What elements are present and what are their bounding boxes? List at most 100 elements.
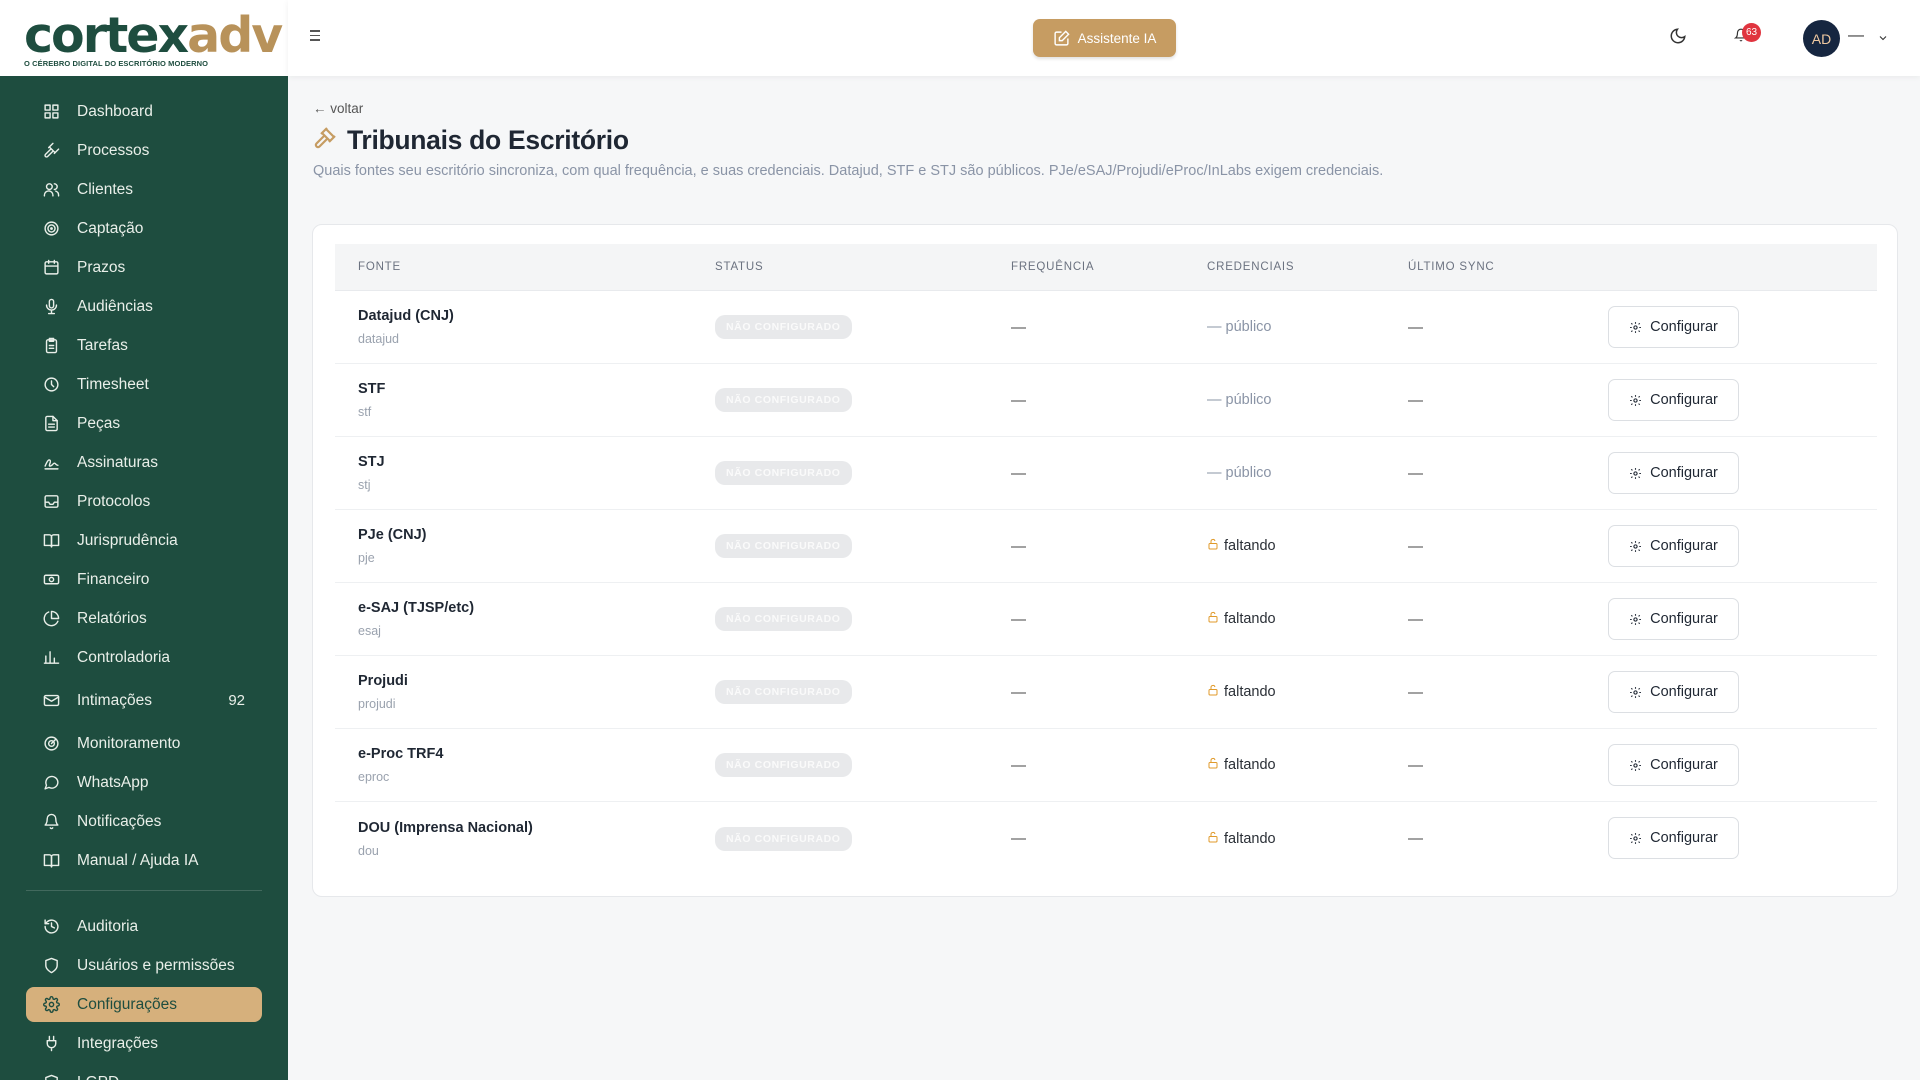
sidebar-item-integracoes[interactable]: Integrações bbox=[26, 1024, 262, 1063]
sidebar-item-label: Configurações bbox=[77, 995, 177, 1013]
configure-button[interactable]: Configurar bbox=[1608, 452, 1739, 494]
table-row: STF stf NÃO CONFIGURADO — — público — Configur… bbox=[335, 364, 1877, 437]
gavel-icon bbox=[42, 142, 60, 160]
last-sync-cell: — bbox=[1408, 537, 1423, 555]
sidebar-item-captacao[interactable]: Captação bbox=[26, 209, 262, 248]
sidebar-item-monitoramento[interactable]: Monitoramento bbox=[26, 724, 262, 763]
configure-label: Configurar bbox=[1650, 684, 1718, 700]
sidebar-item-protocolos[interactable]: Protocolos bbox=[26, 482, 262, 521]
sidebar-item-audiencias[interactable]: Audiências bbox=[26, 287, 262, 326]
gear-icon bbox=[1629, 613, 1650, 626]
sidebar-item-label: WhatsApp bbox=[77, 773, 149, 791]
sidebar-item-lgpd[interactable]: LGPD bbox=[26, 1063, 262, 1080]
sidebar-item-usuarios-e-permissoes[interactable]: Usuários e permissões bbox=[26, 946, 262, 985]
status-cell: NÃO CONFIGURADO bbox=[715, 680, 852, 704]
source-code: datajud bbox=[358, 332, 400, 346]
gear-icon bbox=[1629, 394, 1650, 407]
credentials-missing: faltando bbox=[1207, 683, 1276, 701]
configure-button[interactable]: Configurar bbox=[1608, 598, 1739, 640]
table-row: Projudi projudi NÃO CONFIGURADO — faltando — C… bbox=[335, 656, 1877, 729]
gear-icon bbox=[1629, 759, 1650, 772]
source-cell: Datajud (CNJ) datajud bbox=[358, 308, 454, 346]
user-menu-chevron[interactable] bbox=[1877, 31, 1889, 43]
user-avatar[interactable]: AD bbox=[1803, 20, 1840, 57]
configure-button[interactable]: Configurar bbox=[1608, 379, 1739, 421]
sidebar-item-processos[interactable]: Processos bbox=[26, 131, 262, 170]
configure-label: Configurar bbox=[1650, 757, 1718, 773]
configure-button[interactable]: Configurar bbox=[1608, 744, 1739, 786]
credentials-public: — público bbox=[1207, 319, 1272, 335]
lock-icon bbox=[1207, 830, 1224, 848]
source-cell: STF stf bbox=[358, 381, 385, 419]
sidebar-item-label: Financeiro bbox=[77, 570, 150, 588]
credentials-cell: — público bbox=[1207, 391, 1271, 409]
sidebar-item-pecas[interactable]: Peças bbox=[26, 404, 262, 443]
sidebar-item-label: Manual / Ajuda IA bbox=[77, 851, 199, 869]
credentials-missing: faltando bbox=[1207, 756, 1276, 774]
ai-assistant-button[interactable]: Assistente IA bbox=[1033, 19, 1176, 57]
table-row: e-Proc TRF4 eproc NÃO CONFIGURADO — faltando… bbox=[335, 729, 1877, 802]
column-header-last-sync: ÚLTIMO SYNC bbox=[1408, 261, 1495, 273]
credentials-cell: faltando bbox=[1207, 610, 1276, 628]
sidebar-item-count-badge: 92 bbox=[228, 692, 245, 709]
sidebar-item-controladoria[interactable]: Controladoria bbox=[26, 638, 262, 677]
lock-icon bbox=[1207, 610, 1224, 628]
status-badge: NÃO CONFIGURADO bbox=[715, 315, 852, 339]
sidebar-item-label: Usuários e permissões bbox=[77, 956, 235, 974]
pie-chart-icon bbox=[42, 610, 60, 628]
sidebar-item-assinaturas[interactable]: Assinaturas bbox=[26, 443, 262, 482]
sidebar-item-dashboard[interactable]: Dashboard bbox=[26, 92, 262, 131]
mail-icon bbox=[42, 692, 60, 710]
credentials-missing: faltando bbox=[1207, 537, 1276, 555]
credentials-text: faltando bbox=[1224, 757, 1276, 773]
source-code: stf bbox=[358, 405, 372, 419]
sidebar-item-jurisprudencia[interactable]: Jurisprudência bbox=[26, 521, 262, 560]
frequency-cell: — bbox=[1011, 683, 1026, 701]
page-subtitle: Quais fontes seu escritório sincroniza, … bbox=[313, 163, 1384, 179]
source-name: Projudi bbox=[358, 673, 408, 689]
back-link[interactable]: ← voltar bbox=[313, 101, 363, 116]
sidebar-item-timesheet[interactable]: Timesheet bbox=[26, 365, 262, 404]
configure-button[interactable]: Configurar bbox=[1608, 306, 1739, 348]
sidebar-item-intimacoes[interactable]: Intimações 92 bbox=[26, 677, 262, 724]
credentials-missing: faltando bbox=[1207, 610, 1276, 628]
configure-button[interactable]: Configurar bbox=[1608, 817, 1739, 859]
sidebar-item-label: Tarefas bbox=[77, 336, 128, 354]
sidebar-item-label: Relatórios bbox=[77, 609, 147, 627]
sidebar-item-clientes[interactable]: Clientes bbox=[26, 170, 262, 209]
sidebar-item-manual-ajuda-ia[interactable]: Manual / Ajuda IA bbox=[26, 841, 262, 880]
configure-button[interactable]: Configurar bbox=[1608, 525, 1739, 567]
sidebar-item-financeiro[interactable]: Financeiro bbox=[26, 560, 262, 599]
sidebar: cortexadv O CÉREBRO DIGITAL DO ESCRITÓRI… bbox=[0, 0, 288, 1080]
source-cell: e-Proc TRF4 eproc bbox=[358, 746, 443, 784]
configure-button[interactable]: Configurar bbox=[1608, 671, 1739, 713]
clipboard-icon bbox=[42, 337, 60, 355]
credentials-public: — público bbox=[1207, 465, 1272, 481]
shield-icon bbox=[42, 957, 60, 975]
status-cell: NÃO CONFIGURADO bbox=[715, 607, 852, 631]
status-cell: NÃO CONFIGURADO bbox=[715, 534, 852, 558]
sidebar-item-label: Audiências bbox=[77, 297, 153, 315]
status-cell: NÃO CONFIGURADO bbox=[715, 753, 852, 777]
sidebar-item-label: Controladoria bbox=[77, 648, 171, 666]
sidebar-item-relatorios[interactable]: Relatórios bbox=[26, 599, 262, 638]
sidebar-item-tarefas[interactable]: Tarefas bbox=[26, 326, 262, 365]
source-code: pje bbox=[358, 551, 375, 565]
source-name: Datajud (CNJ) bbox=[358, 308, 454, 324]
column-header-frequency: FREQUÊNCIA bbox=[1011, 261, 1095, 273]
logo[interactable]: cortexadv O CÉREBRO DIGITAL DO ESCRITÓRI… bbox=[0, 0, 288, 76]
sidebar-item-label: Integrações bbox=[77, 1034, 158, 1052]
sidebar-item-prazos[interactable]: Prazos bbox=[26, 248, 262, 287]
sidebar-item-notificacoes[interactable]: Notificações bbox=[26, 802, 262, 841]
sidebar-item-label: Peças bbox=[77, 414, 121, 432]
user-name[interactable]: — bbox=[1848, 27, 1864, 45]
page-title-row: Tribunais do Escritório bbox=[313, 125, 629, 156]
sidebar-item-label: LGPD bbox=[77, 1074, 262, 1080]
sidebar-item-whatsapp[interactable]: WhatsApp bbox=[26, 763, 262, 802]
sidebar-divider bbox=[26, 890, 262, 891]
theme-toggle-button[interactable] bbox=[1669, 27, 1689, 47]
sidebar-item-auditoria[interactable]: Auditoria bbox=[26, 907, 262, 946]
sidebar-item-configuracoes[interactable]: Configurações bbox=[26, 987, 262, 1022]
radar-icon bbox=[42, 735, 60, 753]
menu-toggle-button[interactable] bbox=[310, 27, 326, 43]
